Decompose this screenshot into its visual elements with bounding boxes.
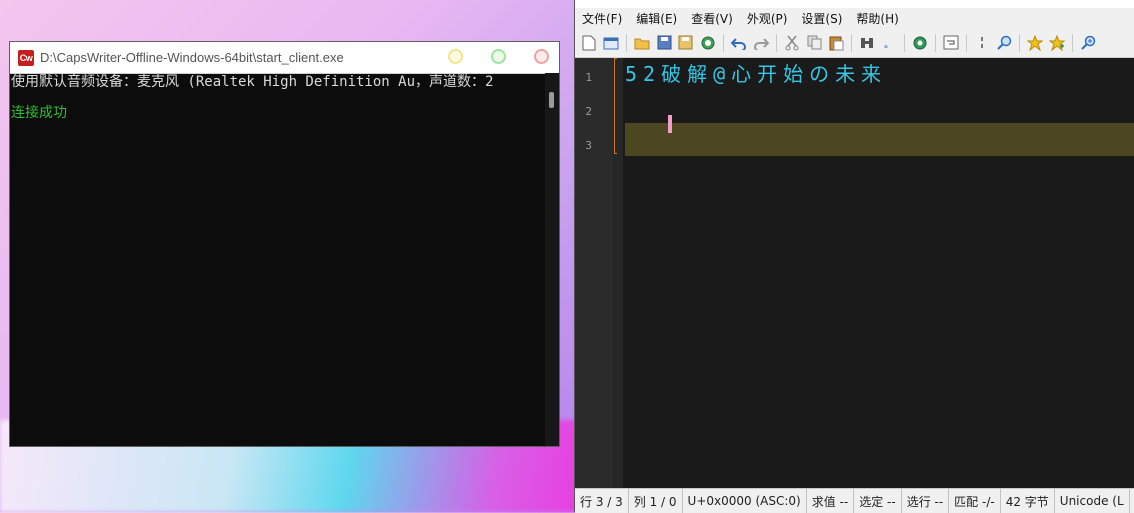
copy-icon[interactable]: [804, 33, 824, 53]
status-sum[interactable]: 求值 --: [807, 489, 855, 513]
toolbar: ₐ: [575, 28, 1134, 58]
console-line-connected: 连接成功: [11, 105, 67, 121]
code-line-text: 52破解@心开始の未来: [625, 62, 888, 86]
status-encoding[interactable]: Unicode (L: [1055, 489, 1130, 513]
status-char-code[interactable]: U+0x0000 (ASC:0): [683, 489, 807, 513]
menu-file[interactable]: 文件(F): [575, 10, 629, 27]
line-number: 1: [585, 71, 592, 84]
close-button[interactable]: [534, 49, 549, 64]
code-line-2[interactable]: [625, 89, 1134, 122]
console-output: 使用默认音频设备：麦克风 (Realtek High Definition Au…: [10, 73, 545, 446]
editor-window[interactable]: 文件(F) 编辑(E) 查看(V) 外观(P) 设置(S) 帮助(H) ₐ 1 …: [574, 0, 1134, 513]
paste-icon[interactable]: [826, 33, 846, 53]
goto-icon[interactable]: [910, 33, 930, 53]
find-icon[interactable]: [857, 33, 877, 53]
menu-appearance[interactable]: 外观(P): [740, 10, 795, 27]
capswriter-app-icon: Cw: [18, 49, 34, 66]
menu-help[interactable]: 帮助(H): [849, 10, 905, 27]
menu-settings[interactable]: 设置(S): [794, 10, 849, 27]
save-as-icon[interactable]: [676, 33, 696, 53]
status-bar: 行 3 / 3 列 1 / 0 U+0x0000 (ASC:0) 求值 -- 选…: [575, 488, 1134, 513]
console-scrollbar[interactable]: [545, 73, 559, 446]
text-cursor-ibeam-icon: [668, 115, 672, 133]
minimize-button[interactable]: [448, 49, 463, 64]
status-bytes[interactable]: 42 字节: [1001, 489, 1055, 513]
code-line-3-current[interactable]: [625, 123, 1134, 156]
status-match[interactable]: 匹配 -/-: [949, 489, 1001, 513]
word-wrap-icon[interactable]: [941, 33, 961, 53]
console-titlebar[interactable]: Cw D:\CapsWriter-Offline-Windows-64bit\s…: [10, 42, 559, 74]
status-column[interactable]: 列 1 / 0: [629, 489, 683, 513]
status-selection[interactable]: 选定 --: [854, 489, 902, 513]
maximize-button[interactable]: [491, 49, 506, 64]
zoom-in-icon[interactable]: [1078, 33, 1098, 53]
print-preview-icon[interactable]: [698, 33, 718, 53]
line-number-gutter: 1 2 3: [575, 58, 614, 488]
undo-icon[interactable]: [729, 33, 749, 53]
console-line-audio-device: 使用默认音频设备：麦克风 (Realtek High Definition Au…: [11, 74, 494, 90]
console-scroll-thumb[interactable]: [549, 92, 554, 108]
save-icon[interactable]: [654, 33, 674, 53]
code-line-1[interactable]: 52破解@心开始の未来: [625, 56, 1134, 89]
new-file-icon[interactable]: [579, 33, 599, 53]
status-line[interactable]: 行 3 / 3: [575, 489, 629, 513]
cut-icon[interactable]: [782, 33, 802, 53]
line-number: 2: [585, 105, 592, 118]
line-number: 3: [585, 139, 592, 152]
replace-icon[interactable]: ₐ: [879, 33, 899, 53]
editor-text-area[interactable]: 1 2 3 52破解@心开始の未来: [575, 58, 1134, 488]
status-selected-lines[interactable]: 选行 --: [902, 489, 950, 513]
svg-text:ₐ: ₐ: [884, 40, 888, 50]
open-folder-icon[interactable]: [632, 33, 652, 53]
favorite-add-icon[interactable]: [1047, 33, 1067, 53]
console-window[interactable]: Cw D:\CapsWriter-Offline-Windows-64bit\s…: [9, 41, 560, 447]
menu-bar: 文件(F) 编辑(E) 查看(V) 外观(P) 设置(S) 帮助(H): [575, 8, 1134, 28]
console-title: D:\CapsWriter-Offline-Windows-64bit\star…: [40, 50, 344, 65]
column-mode-icon[interactable]: [972, 33, 992, 53]
new-window-icon[interactable]: [601, 33, 621, 53]
menu-view[interactable]: 查看(V): [684, 10, 740, 27]
favorite-star-icon[interactable]: [1025, 33, 1045, 53]
redo-icon[interactable]: [751, 33, 771, 53]
zoom-icon[interactable]: [994, 33, 1014, 53]
editor-titlebar-strip: [575, 0, 1134, 8]
fold-marker: [614, 58, 617, 154]
menu-edit[interactable]: 编辑(E): [629, 10, 684, 27]
